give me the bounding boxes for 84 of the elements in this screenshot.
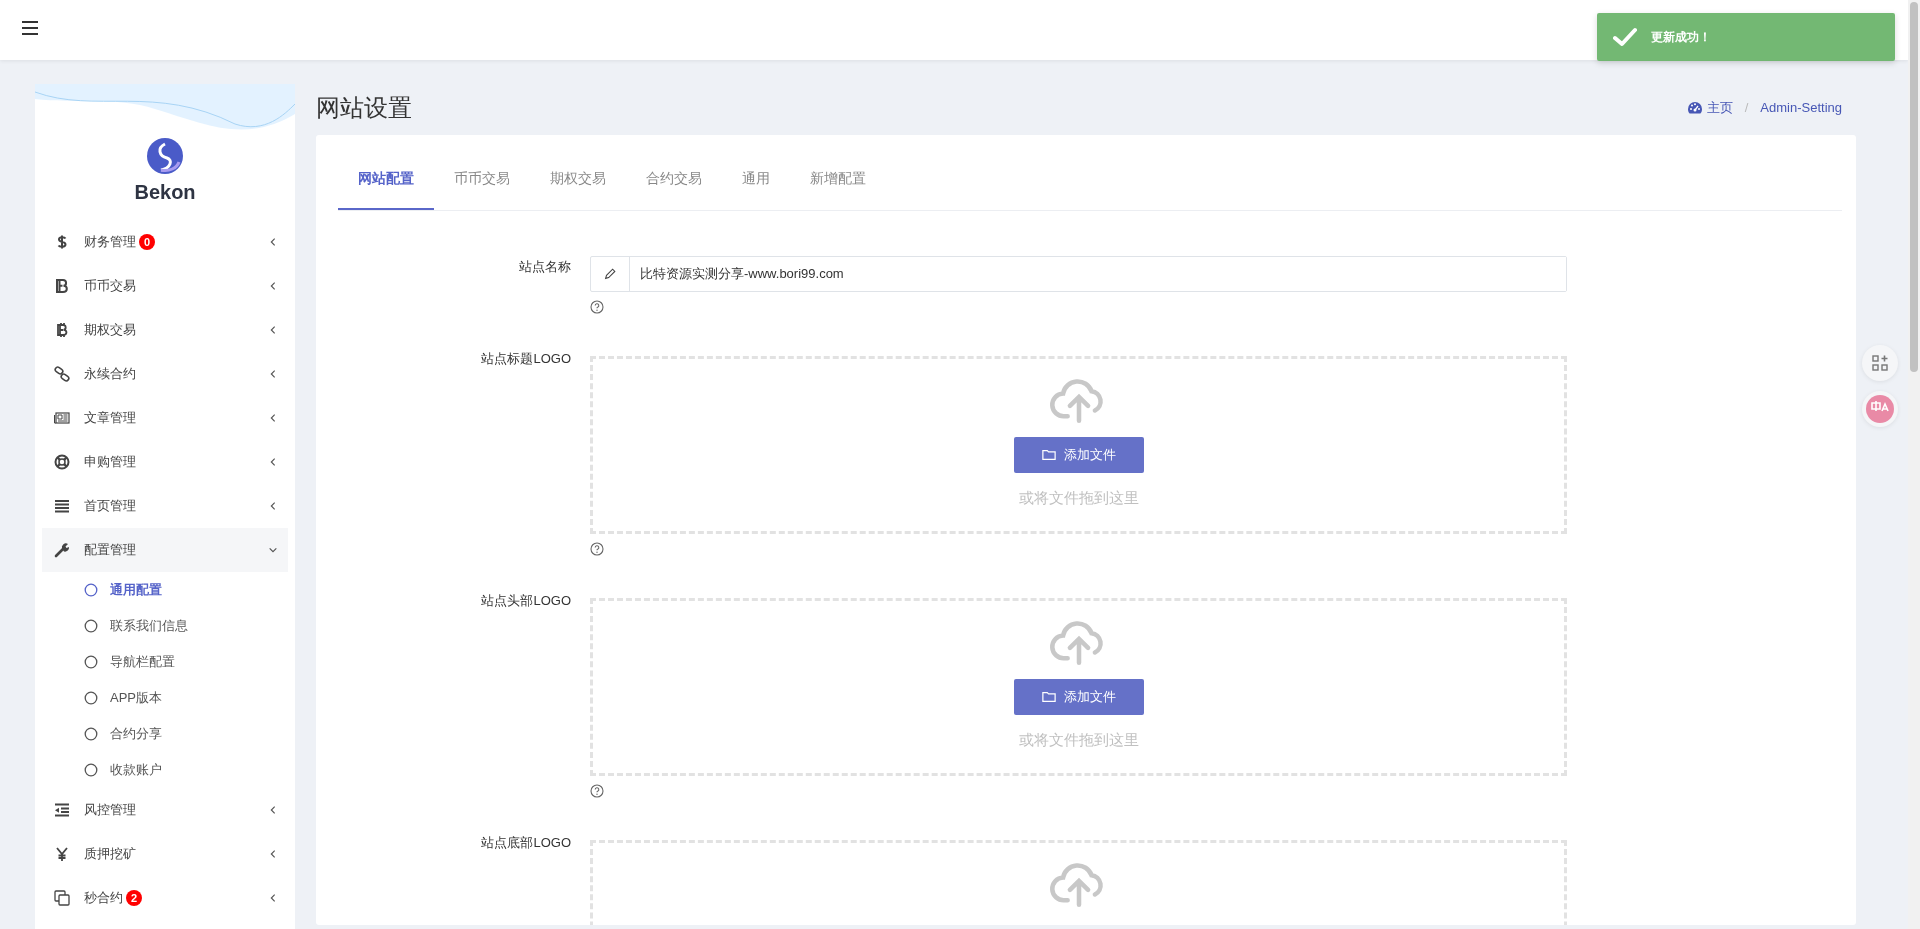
circle-icon xyxy=(84,655,98,669)
check-icon xyxy=(1613,27,1637,47)
chevron-left-icon xyxy=(268,237,278,247)
add-file-button[interactable]: 添加文件 xyxy=(1013,679,1144,715)
drop-hint: 或将文件拖到这里 xyxy=(1018,731,1139,750)
dashboard-icon xyxy=(1686,99,1703,116)
newspaper-icon xyxy=(54,410,70,426)
submenu-item[interactable]: 合约分享 xyxy=(42,716,288,752)
field-label: 站点标题LOGO xyxy=(480,350,571,368)
folder-icon xyxy=(1041,448,1056,462)
settings-tab[interactable]: 新增配置 xyxy=(790,163,886,210)
field-label: 站点名称 xyxy=(518,258,571,276)
outdent-icon xyxy=(54,802,70,818)
submenu-item[interactable]: 联系我们信息 xyxy=(42,608,288,644)
chevron-left-icon xyxy=(268,281,278,291)
chevron-left-icon xyxy=(268,893,278,903)
sidebar-menu-item[interactable]: 首页管理 xyxy=(42,484,288,528)
chevron-left-icon xyxy=(268,805,278,815)
circle-icon xyxy=(84,619,98,633)
chevron-down-icon xyxy=(268,545,278,555)
sidebar-menu-item[interactable]: 币币交易 xyxy=(42,264,288,308)
folder-icon xyxy=(1041,690,1056,704)
list-bars-icon xyxy=(54,498,70,514)
bitcoin-icon xyxy=(54,322,70,338)
lifebuoy-icon xyxy=(54,454,70,470)
chevron-left-icon xyxy=(268,457,278,467)
submenu-item[interactable]: 通用配置 xyxy=(42,572,288,608)
translate-button[interactable] xyxy=(1862,391,1898,427)
field-label: 站点头部LOGO xyxy=(480,592,571,610)
sidebar-menu-item[interactable]: 配置管理 xyxy=(42,528,288,572)
submenu-item[interactable]: 收款账户 xyxy=(42,752,288,788)
sidebar-menu-item[interactable]: 申购管理 xyxy=(42,440,288,484)
sidebar-menu-item[interactable]: 质押挖矿 xyxy=(42,832,288,876)
circle-icon xyxy=(84,763,98,777)
breadcrumb-separator: / xyxy=(1744,100,1749,115)
sidebar-menu-item[interactable]: 财务管理 0 xyxy=(42,220,288,264)
count-badge: 2 xyxy=(126,890,142,906)
breadcrumb-link[interactable]: 主页 xyxy=(1706,98,1733,117)
chevron-left-icon xyxy=(268,501,278,511)
pencil-icon xyxy=(603,267,617,281)
settings-tab[interactable]: 币币交易 xyxy=(434,163,530,210)
grid-plus-icon xyxy=(1872,355,1888,371)
sidebar-menu-item[interactable]: 期权交易 xyxy=(42,308,288,352)
yen-icon xyxy=(54,846,70,862)
chevron-left-icon xyxy=(268,325,278,335)
site-name-field[interactable]: 比特资源实测分享-www.bori99.com xyxy=(590,256,1567,292)
field-label: 站点底部LOGO xyxy=(480,834,571,852)
menu-icon[interactable] xyxy=(22,21,38,35)
circle-icon xyxy=(84,691,98,705)
copy-icon xyxy=(54,890,70,906)
add-file-button[interactable]: 添加文件 xyxy=(1013,437,1144,473)
chevron-left-icon xyxy=(268,413,278,423)
sidebar-menu-item[interactable]: 秒合约 2 xyxy=(42,876,288,920)
sidebar-menu-item[interactable]: 文章管理 xyxy=(42,396,288,440)
submenu-item[interactable]: APP版本 xyxy=(42,680,288,716)
chevron-left-icon xyxy=(268,369,278,379)
help-icon xyxy=(590,300,604,314)
chevron-left-icon xyxy=(268,849,278,859)
letter-b-icon xyxy=(54,278,70,294)
settings-tab[interactable]: 通用 xyxy=(722,163,790,210)
settings-tab[interactable]: 网站配置 xyxy=(338,163,434,210)
brand-name: Bekon xyxy=(134,181,196,204)
toast-message: 更新成功！ xyxy=(1651,28,1711,46)
scrollbar[interactable] xyxy=(1908,0,1920,929)
file-drop-zone[interactable]: 添加文件 或将文件拖到这里 xyxy=(590,598,1567,776)
circle-icon xyxy=(84,583,98,597)
translate-icon xyxy=(1866,395,1894,423)
help-icon xyxy=(590,784,604,798)
breadcrumb-link[interactable]: Admin-Setting xyxy=(1760,100,1842,115)
wrench-icon xyxy=(54,542,70,558)
sidebar-menu-item[interactable]: 风控管理 xyxy=(42,788,288,832)
apps-add-button[interactable] xyxy=(1862,345,1898,381)
help-icon xyxy=(590,542,604,556)
drop-hint: 或将文件拖到这里 xyxy=(1018,489,1139,508)
file-drop-zone[interactable]: 添加文件 或将文件拖到这里 xyxy=(590,356,1567,534)
settings-tab[interactable]: 期权交易 xyxy=(530,163,626,210)
sidebar-menu-item[interactable]: 永续合约 xyxy=(42,352,288,396)
submenu-item[interactable]: 导航栏配置 xyxy=(42,644,288,680)
settings-tab[interactable]: 合约交易 xyxy=(626,163,722,210)
logo-icon xyxy=(147,138,183,174)
count-badge: 0 xyxy=(139,234,155,250)
circle-icon xyxy=(84,727,98,741)
page-title: 网站设置 xyxy=(316,92,412,123)
chain-link-icon xyxy=(54,366,70,382)
